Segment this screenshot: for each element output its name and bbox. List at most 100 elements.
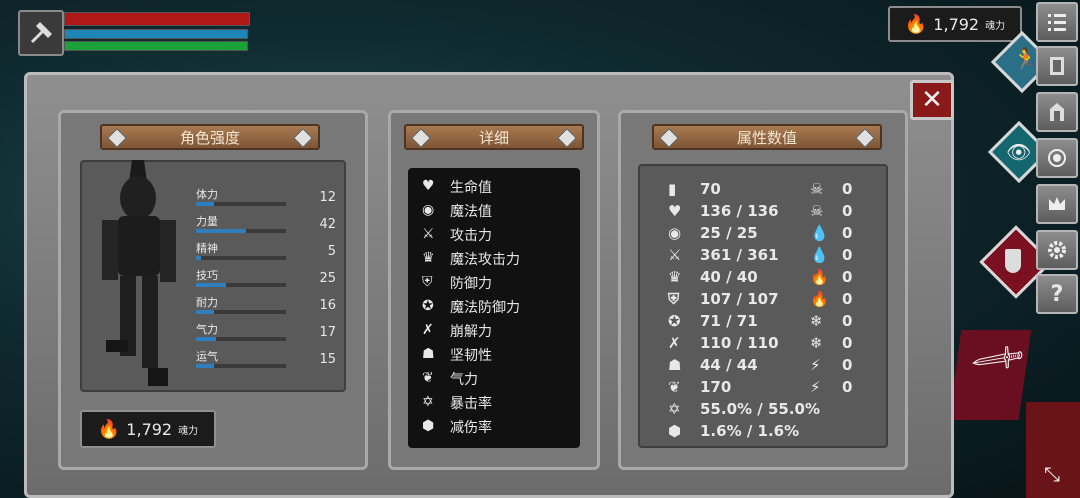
flame-icon: 🔥: [904, 13, 928, 35]
detail-magic-defense: ✪ 魔法防御力: [422, 298, 520, 316]
stat-endurance: 耐力 16: [196, 296, 336, 314]
expand-corner[interactable]: ⤡: [1026, 402, 1080, 498]
details-list: ♥ 生命值 ◉ 魔法值 ⚔ 攻击力 ♛ 魔法攻击力 ⛨ 防御力 ✪ 魔法防御力 ✗ 崩解力 ☗…: [408, 168, 580, 448]
weapon-quickslot[interactable]: 🗡: [948, 329, 1032, 420]
close-button[interactable]: ✕: [910, 80, 954, 120]
star-burst-icon: ✡: [422, 394, 434, 410]
stat-fill: [196, 202, 214, 206]
attr-hp: ♥ 136 / 136: [668, 202, 779, 220]
res-bleed: 💧 0: [810, 224, 853, 242]
res-bleed-build: 💧 0: [810, 246, 853, 264]
stat-fill: [196, 337, 216, 341]
soul-balance-value: 1,792: [126, 419, 173, 439]
stat-fill: [196, 310, 214, 314]
brain-icon: ◉: [668, 224, 682, 242]
lungs-icon: ❦: [668, 378, 681, 396]
stat-luck: 运气 15: [196, 350, 336, 368]
snowflake-icon: ❄: [810, 312, 823, 330]
stat-spirit: 精神 5: [196, 242, 336, 260]
snowflake-crossed-icon: ❄: [810, 334, 823, 352]
lightning-crossed-icon: ⚡: [810, 378, 821, 396]
crown-button[interactable]: [1036, 184, 1078, 224]
res-lightning-build: ⚡ 0: [810, 378, 853, 396]
menu-icon: [1048, 14, 1066, 31]
attr-stamina: ❦ 170: [668, 378, 732, 396]
magic-shield-icon: ✪: [668, 312, 681, 330]
helmet-icon: ☗: [668, 356, 682, 374]
door-icon: [1050, 57, 1064, 75]
stat-vitality: 体力 12: [196, 188, 336, 206]
guard-icon: ⬢: [668, 422, 682, 440]
sword-icon: ⚔: [422, 226, 435, 242]
attr-break: ✗ 110 / 110: [668, 334, 779, 352]
inventory-button[interactable]: [1036, 92, 1078, 132]
details-title: 详细: [478, 128, 509, 147]
attr-mp: ◉ 25 / 25: [668, 224, 758, 242]
shield-icon: [1005, 249, 1021, 273]
skull-icon: ☠: [810, 180, 824, 198]
guard-icon: ⬢: [422, 418, 435, 434]
soul-balance: 🔥 1,792 魂力: [80, 410, 216, 448]
attributes-header: 属性数值: [652, 124, 882, 150]
detail-defense: ⛨ 防御力: [422, 274, 492, 292]
attr-defense: ⛨ 107 / 107: [668, 290, 779, 308]
help-icon: ?: [1050, 281, 1064, 307]
attr-damage-reduction: ⬢ 1.6% / 1.6%: [668, 422, 800, 440]
soul-counter: 🔥 1,792 魂力: [888, 6, 1022, 42]
heart-icon: ♥: [668, 202, 682, 220]
helmet-icon: ☗: [422, 346, 435, 362]
stamina-bar: [64, 41, 248, 51]
lungs-icon: ❦: [422, 370, 434, 386]
details-header: 详细: [404, 124, 584, 150]
res-frost: ❄ 0: [810, 312, 853, 330]
stat-strength: 力量 42: [196, 215, 336, 233]
coin-button[interactable]: [1036, 138, 1078, 178]
detail-mp: ◉ 魔法值: [422, 202, 492, 220]
eye-icon: 👁: [1006, 140, 1032, 164]
dagger-icon: 🗡: [966, 329, 1029, 390]
drop-icon: 💧: [810, 246, 829, 264]
fire-icon: 🔥: [810, 268, 829, 286]
close-icon: ✕: [921, 85, 943, 115]
equipment-button[interactable]: [979, 225, 1053, 299]
break-icon: ✗: [668, 334, 681, 352]
attr-magic-defense: ✪ 71 / 71: [668, 312, 758, 330]
health-bar: [64, 12, 250, 26]
detail-hp: ♥ 生命值: [422, 178, 492, 196]
character-strength-header: 角色强度: [100, 124, 320, 150]
weapon-slot[interactable]: [18, 10, 64, 56]
attributes-list: ▮ 70 ♥ 136 / 136 ◉ 25 / 25 ⚔ 361 / 361 ♛ 40 /…: [638, 164, 888, 448]
res-frost-build: ❄ 0: [810, 334, 853, 352]
blood-drop-icon: 💧: [810, 224, 829, 242]
res-fire: 🔥 0: [810, 268, 853, 286]
attr-magic-attack: ♛ 40 / 40: [668, 268, 758, 286]
detail-crit-rate: ✡ 暴击率: [422, 394, 492, 412]
door-button[interactable]: [1036, 46, 1078, 86]
menu-button[interactable]: [1036, 2, 1078, 42]
flame-icon: 🔥: [97, 418, 121, 440]
heart-icon: ♥: [422, 178, 435, 194]
look-button[interactable]: 👁: [987, 120, 1051, 184]
shield-icon: ⛨: [422, 274, 433, 290]
stat-fill: [196, 283, 226, 287]
help-button[interactable]: ?: [1036, 274, 1078, 314]
soul-counter-value: 1,792: [933, 14, 980, 34]
star-burst-icon: ✡: [668, 400, 681, 418]
break-icon: ✗: [422, 322, 434, 338]
mana-bar: [64, 29, 248, 39]
magic-shield-icon: ✪: [422, 298, 434, 314]
soul-balance-unit: 魂力: [178, 425, 199, 437]
shield-icon: ⛨: [668, 290, 680, 308]
settings-button[interactable]: [1036, 230, 1078, 270]
weight-icon: ▮: [668, 180, 677, 198]
coin-icon: [1048, 149, 1066, 167]
soul-counter-unit: 魂力: [985, 20, 1006, 32]
res-poison: ☠ 0: [810, 180, 853, 198]
skull-crossed-icon: ☠: [810, 202, 824, 220]
detail-break: ✗ 崩解力: [422, 322, 492, 340]
expand-icon: ⤡: [1044, 462, 1060, 486]
sword-icon: ⚔: [668, 246, 682, 264]
inventory-icon: [1050, 103, 1064, 121]
fire-crossed-icon: 🔥: [810, 290, 829, 308]
res-poison-build: ☠ 0: [810, 202, 853, 220]
